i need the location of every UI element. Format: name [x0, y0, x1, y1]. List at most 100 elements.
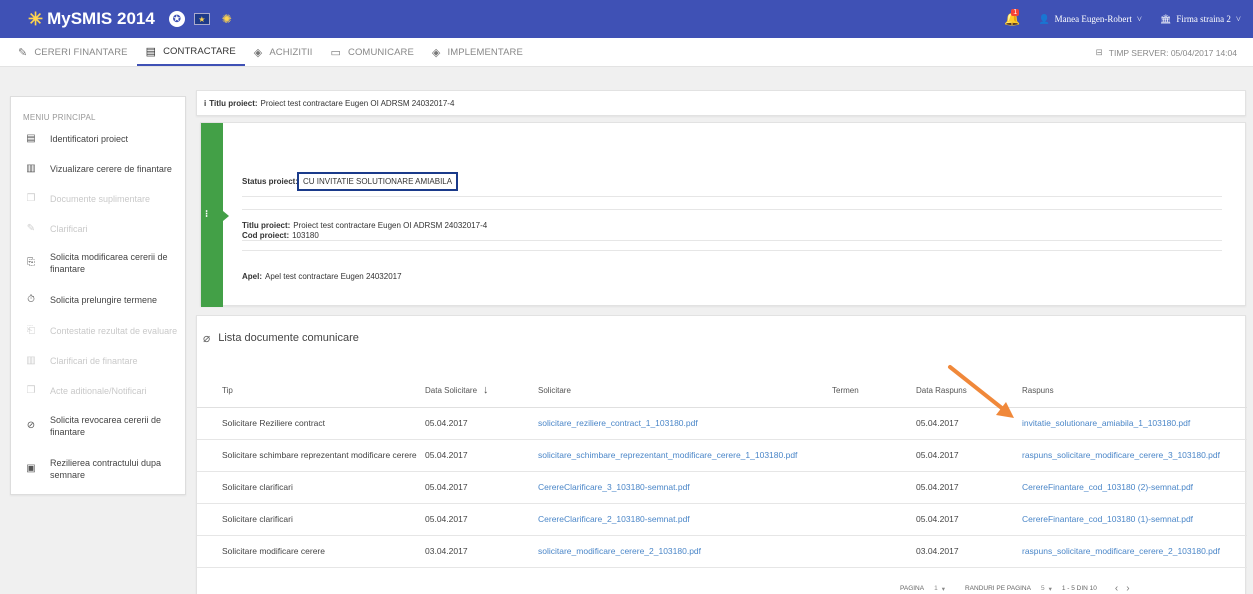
project-title-bar: i Titlu proiect: Proiect test contractar…	[196, 90, 1246, 116]
page-select[interactable]: 1 ▾	[934, 585, 945, 593]
sun-icon: ✺	[221, 12, 232, 26]
tab-comunicare[interactable]: ▭ COMUNICARE	[321, 38, 422, 66]
strip-pointer	[223, 211, 229, 221]
project-title-value: Proiect test contractare Eugen OI ADRSM …	[260, 98, 455, 108]
solicitare-link[interactable]: solicitare_modificare_cerere_2_103180.pd…	[538, 546, 701, 556]
sidebar-item-prelungire[interactable]: ⏱ Solicita prelungire termene	[11, 294, 187, 306]
solicitare-link[interactable]: solicitare_reziliere_contract_1_103180.p…	[538, 418, 698, 428]
rows-per-page-select[interactable]: 5 ▾	[1041, 585, 1052, 593]
monitor-icon: ▭	[330, 46, 341, 59]
column-header-termen[interactable]: Termen	[820, 374, 916, 408]
firm-menu[interactable]: 🏛 Firma straina 2 ˅	[1160, 14, 1241, 25]
main-tabs: ✎ CERERI FINANTARE ▤ CONTRACTARE ◈ ACHIZITI…	[0, 38, 1253, 67]
caret-down-icon: ▾	[1048, 585, 1052, 593]
documents-table: Tip Data Solicitare ↓ Solicitare Termen D…	[197, 374, 1247, 568]
cell-termen	[820, 407, 916, 440]
tab-achizitii[interactable]: ◈ ACHIZITII	[245, 38, 322, 66]
chevron-right-icon[interactable]: ›	[1126, 583, 1137, 594]
cell-termen	[820, 439, 916, 472]
chevron-down-icon: ˅	[1235, 14, 1241, 24]
rows-per-page-label: RANDURI PE PAGINA	[964, 585, 1031, 592]
notifications-icon[interactable]: 🔔 1	[1004, 9, 1020, 27]
cod-label: Cod proiect:	[242, 230, 290, 240]
documents-title: Lista documente comunicare	[218, 332, 359, 344]
tab-implementare[interactable]: ◈ IMPLEMENTARE	[423, 38, 532, 66]
cell-data-raspuns: 05.04.2017	[916, 407, 1022, 440]
app-brand[interactable]: ✳ MySMIS 2014	[28, 9, 155, 30]
table-row: Solicitare clarificari 05.04.2017 Cerere…	[197, 471, 1247, 504]
solicitare-link[interactable]: CerereClarificare_2_103180-semnat.pdf	[538, 514, 690, 524]
raspuns-link[interactable]: CerereFinantare_cod_103180 (2)-semnat.pd…	[1022, 482, 1193, 492]
server-time: ⊟ TIMP SERVER: 05/04/2017 14:04	[1095, 47, 1237, 58]
cell-tip: Solicitare Reziliere contract	[197, 407, 425, 440]
column-header-raspuns[interactable]: Raspuns	[1022, 374, 1247, 408]
sidebar: MENIU PRINCIPAL ▤ Identificatori proiect …	[10, 96, 186, 495]
paperclip-icon: ⌀	[203, 331, 211, 345]
table-header-row: Tip Data Solicitare ↓ Solicitare Termen D…	[197, 374, 1247, 408]
project-apel-row: Apel: Apel test contractare Eugen 240320…	[242, 261, 1222, 292]
raspuns-link[interactable]: raspuns_solicitare_modificare_cerere_2_1…	[1022, 546, 1220, 556]
chevron-down-icon: ˅	[1136, 14, 1142, 24]
raspuns-link[interactable]: CerereFinantare_cod_103180 (1)-semnat.pd…	[1022, 514, 1193, 524]
cell-data-solicitare: 05.04.2017	[425, 471, 538, 504]
server-icon: ⊟	[1095, 47, 1103, 57]
chevron-left-icon[interactable]: ‹	[1115, 583, 1126, 594]
file-arrow-icon: ⎗	[27, 325, 35, 336]
user-name: Manea Eugen-Robert	[1054, 14, 1132, 24]
sidebar-item-documente: ❐ Documente suplimentare	[11, 193, 187, 205]
documents-card: ⌀ Lista documente comunicare Tip Data So…	[196, 315, 1247, 594]
file-plus-icon: ⎘	[27, 257, 35, 268]
ban-icon: ⊘	[26, 420, 36, 431]
cod-value: 103180	[292, 230, 319, 240]
column-header-solicitare[interactable]: Solicitare	[538, 374, 820, 408]
column-header-tip[interactable]: Tip	[197, 374, 425, 408]
solicitare-link[interactable]: CerereClarificare_3_103180-semnat.pdf	[538, 482, 690, 492]
apel-label: Apel:	[242, 272, 262, 281]
table-row: Solicitare schimbare reprezentant modifi…	[197, 439, 1247, 472]
sidebar-item-clarificari: ✎ Clarificari	[11, 223, 187, 235]
project-title-label: Titlu proiect:	[209, 98, 258, 108]
project-cod-row: Cod proiect: 103180	[242, 220, 1222, 251]
notification-badge: 1	[1011, 9, 1020, 16]
user-icon: 👤	[1038, 13, 1050, 24]
cell-data-raspuns: 05.04.2017	[916, 503, 1022, 536]
pagination: PAGINA 1 ▾ RANDURI PE PAGINA 5 ▾ 1 - 5 DIN…	[900, 583, 1138, 594]
sort-down-arrow-icon[interactable]: ↓	[483, 384, 489, 396]
eu-flag-icon: ★	[193, 13, 210, 25]
raspuns-link[interactable]: invitatie_solutionare_amiabila_1_103180.…	[1022, 418, 1190, 428]
sidebar-item-identificatori[interactable]: ▤ Identificatori proiect	[11, 133, 187, 145]
sidebar-item-reziliere[interactable]: ▣ Rezilierea contractului dupa semnare	[11, 455, 187, 483]
cell-tip: Solicitare clarificari	[197, 471, 425, 504]
pager-nav: ‹›	[1115, 583, 1138, 594]
info-mark-icon: ⁝	[205, 209, 209, 220]
row-divider	[242, 179, 1222, 210]
user-menu[interactable]: 👤 Manea Eugen-Robert ˅	[1038, 14, 1142, 25]
cell-termen	[820, 503, 916, 536]
sidebar-item-revocare[interactable]: ⊘ Solicita revocarea cererii de finantare	[11, 412, 187, 440]
cell-termen	[820, 535, 916, 568]
raspuns-link[interactable]: raspuns_solicitare_modificare_cerere_3_1…	[1022, 450, 1220, 460]
columns-icon: ▥	[26, 163, 36, 174]
page-label: PAGINA	[900, 585, 925, 592]
institution-icon: 🏛	[1159, 13, 1172, 24]
documents-header: ⌀ Lista documente comunicare	[203, 331, 359, 345]
clock-icon: ⏱	[27, 294, 35, 305]
solicitare-link[interactable]: solicitare_schimbare_reprezentant_modifi…	[538, 450, 797, 460]
column-header-data-raspuns[interactable]: Data Raspuns	[916, 374, 1022, 408]
sidebar-item-contestatie: ⎗ Contestatie rezultat de evaluare	[11, 325, 187, 337]
sidebar-item-modificare-cerere[interactable]: ⎘ Solicita modificarea cererii de finanta…	[11, 249, 187, 277]
tab-cereri-finantare[interactable]: ✎ CERERI FINANTARE	[0, 38, 137, 66]
cell-data-solicitare: 05.04.2017	[425, 439, 538, 472]
column-header-data-solicitare[interactable]: Data Solicitare ↓	[425, 374, 538, 408]
layers-icon: ◈	[253, 46, 263, 59]
sidebar-title: MENIU PRINCIPAL	[23, 113, 96, 122]
pencil-icon: ✎	[18, 46, 28, 59]
page-range: 1 - 5 DIN 10	[1061, 585, 1097, 592]
apel-value: Apel test contractare Eugen 24032017	[265, 272, 402, 281]
cell-data-solicitare: 05.04.2017	[425, 407, 538, 440]
tab-contractare[interactable]: ▤ CONTRACTARE	[136, 38, 245, 66]
cell-termen	[820, 471, 916, 504]
table-row: Solicitare modificare cerere 03.04.2017 …	[197, 535, 1247, 568]
sidebar-item-vizualizare-cerere[interactable]: ▥ Vizualizare cerere de finantare	[11, 163, 187, 175]
columns-icon: ▥	[26, 355, 36, 366]
